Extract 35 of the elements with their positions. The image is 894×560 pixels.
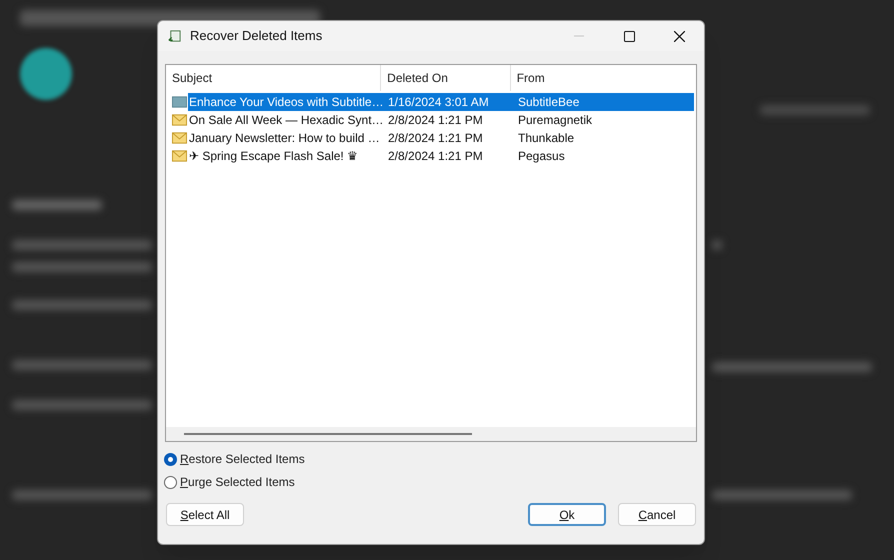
close-icon [674, 30, 684, 42]
maximize-icon [624, 30, 634, 42]
radio-label[interactable]: Restore Selected Items [180, 450, 305, 468]
table-cell-text: January Newsletter: How to build … [188, 130, 381, 147]
radio-button[interactable] [164, 452, 177, 466]
table-cell-text: 2/8/2024 1:21 PM [387, 112, 484, 129]
table-cell-text: 2/8/2024 1:21 PM [387, 148, 484, 165]
recover-icon [167, 28, 182, 44]
envelope-icon [172, 132, 187, 144]
dialog-button[interactable]: Cancel [618, 503, 696, 526]
table-cell-text: Thunkable [517, 130, 576, 147]
column-header[interactable]: From [510, 65, 696, 91]
table-cell-text: Puremagnetik [517, 112, 594, 129]
envelope-icon [172, 150, 187, 162]
item-icon [172, 96, 187, 108]
horizontal-scrollbar[interactable] [166, 427, 696, 441]
radio-label[interactable]: Purge Selected Items [180, 473, 295, 491]
table-cell-text: SubtitleBee [517, 94, 580, 111]
column-header[interactable]: Deleted On [381, 65, 511, 91]
table-row[interactable]: On Sale All Week — Hexadic Synt… 2/8/2024 1:21 PM Puremagnetik [188, 111, 694, 129]
column-header[interactable]: Subject [166, 65, 382, 91]
table-cell-text: Pegasus [517, 148, 566, 165]
radio-button[interactable] [164, 476, 177, 488]
table-cell-text: ✈ Spring Escape Flash Sale! ♛ [188, 148, 360, 165]
dialog-button[interactable]: Ok [528, 503, 606, 526]
table-row[interactable]: Enhance Your Videos with Subtitle… 1/16/2024 3:01 AM SubtitleBee [188, 93, 694, 111]
envelope-icon [172, 114, 187, 126]
table-row[interactable]: January Newsletter: How to build … 2/8/2024 1:21 PM Thunkable [188, 129, 694, 147]
window-title: Recover Deleted Items [190, 27, 322, 46]
dialog-button[interactable]: Select All [166, 503, 244, 526]
table-cell-text: On Sale All Week — Hexadic Synt… [188, 112, 382, 129]
table-cell-text: 2/8/2024 1:21 PM [387, 130, 484, 147]
table-cell-text: 1/16/2024 3:01 AM [387, 94, 490, 111]
table-row[interactable]: ✈ Spring Escape Flash Sale! ♛ 2/8/2024 1:21 PM Pegasus [188, 147, 694, 165]
table-cell-text: Enhance Your Videos with Subtitle… [188, 94, 382, 111]
